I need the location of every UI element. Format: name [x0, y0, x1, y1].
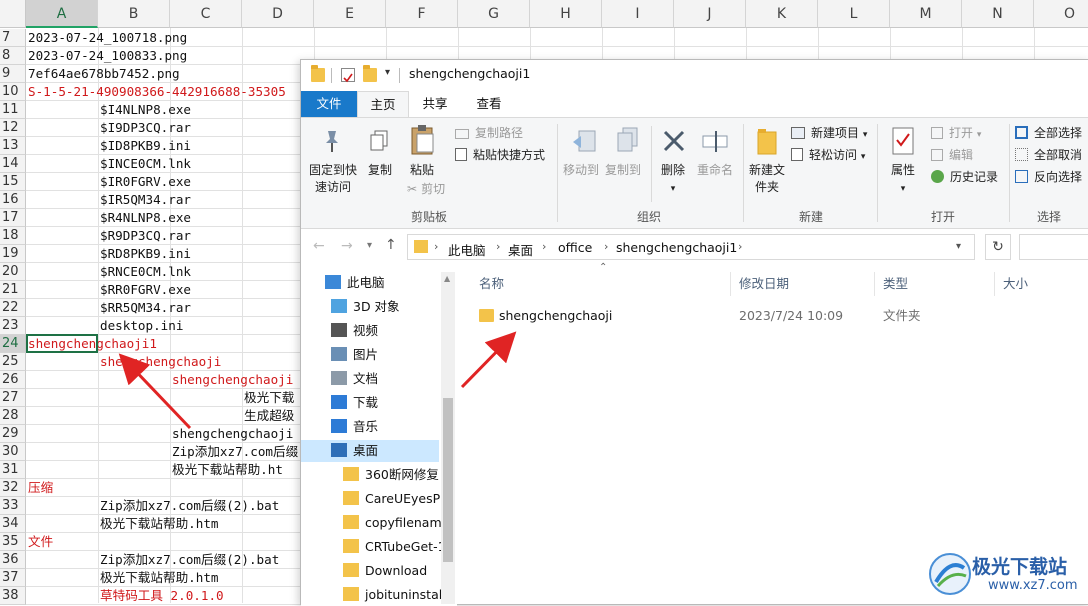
annotation-arrows: [118, 331, 517, 430]
watermark-cn: 极光下载站: [972, 556, 1068, 578]
watermark-url: www.xz7.com: [988, 578, 1078, 593]
aurora-logo-icon: [929, 553, 971, 595]
arrow-to-cell: [118, 353, 192, 430]
arrow-to-folder: [460, 331, 517, 389]
watermark-logo: 极光下载站 www.xz7.com: [928, 546, 1088, 603]
